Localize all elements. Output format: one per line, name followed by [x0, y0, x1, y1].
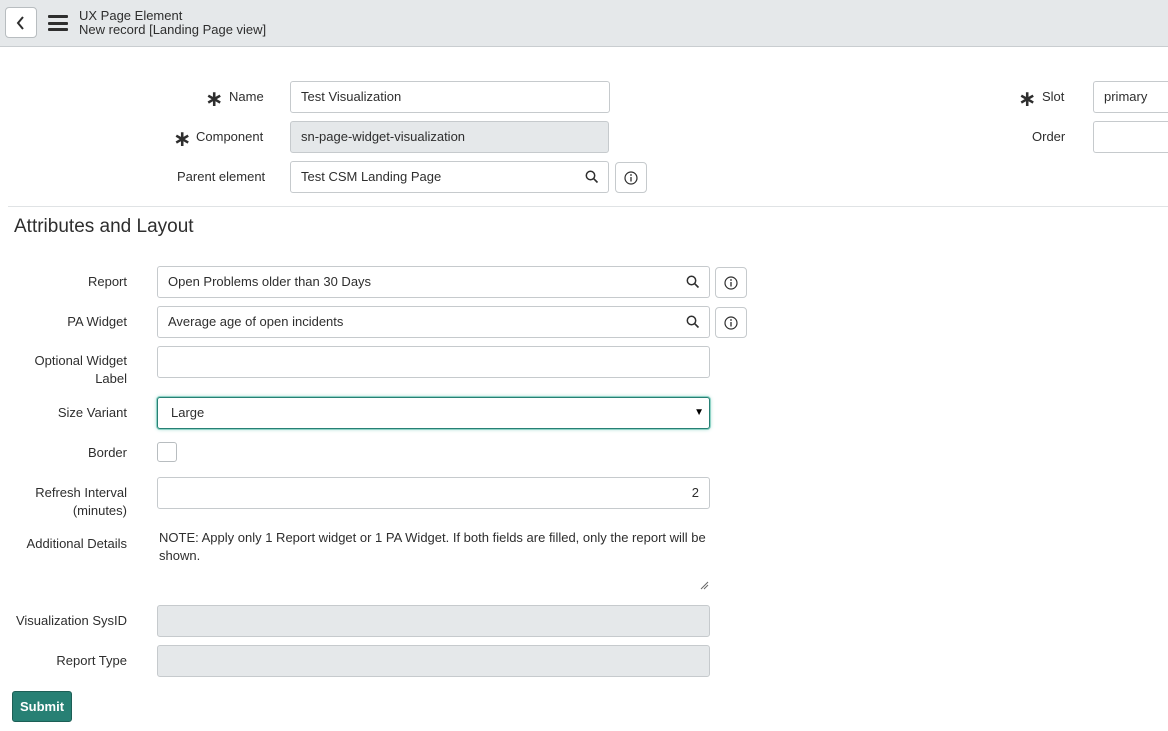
- name-label: Name: [229, 89, 264, 104]
- refresh-interval-label-line1: Refresh Interval: [35, 485, 127, 500]
- report-label: Report: [87, 274, 127, 289]
- required-asterisk-icon: ∗: [1018, 86, 1037, 111]
- visualization-sysid-label: Visualization SysID: [15, 613, 127, 628]
- form-title: UX Page Element: [79, 8, 183, 23]
- parent-element-lookup-button[interactable]: [576, 161, 609, 193]
- border-checkbox[interactable]: [157, 442, 177, 462]
- size-variant-select[interactable]: Large ▼: [157, 397, 710, 429]
- parent-element-field[interactable]: Test CSM Landing Page: [290, 161, 577, 193]
- slot-field[interactable]: primary: [1093, 81, 1168, 113]
- optional-widget-label-field[interactable]: [157, 346, 710, 378]
- additional-details-label: Additional Details: [26, 536, 127, 551]
- slot-label: Slot: [1042, 89, 1065, 104]
- parent-element-label: Parent element: [177, 169, 266, 184]
- pa-widget-lookup-button[interactable]: [677, 306, 710, 338]
- pa-widget-info-button[interactable]: [715, 307, 747, 338]
- optional-widget-label-line1: Optional Widget: [34, 353, 128, 368]
- component-label: Component: [196, 129, 264, 144]
- additional-details-textarea[interactable]: NOTE: Apply only 1 Report widget or 1 PA…: [157, 527, 710, 592]
- refresh-interval-label-line2: (minutes): [72, 503, 127, 518]
- submit-button[interactable]: Submit: [12, 691, 72, 722]
- required-asterisk-icon: ∗: [173, 126, 192, 151]
- search-icon: [686, 315, 700, 329]
- component-field: sn-page-widget-visualization: [290, 121, 609, 153]
- caret-down-icon: ▼: [694, 407, 704, 418]
- optional-widget-label-line2: Label: [95, 371, 127, 386]
- section-title: Attributes and Layout: [14, 216, 194, 237]
- refresh-interval-field[interactable]: 2: [157, 477, 710, 509]
- size-variant-value: Large: [171, 405, 205, 420]
- refresh-interval-label: Refresh Interval (minutes): [35, 484, 127, 520]
- resize-handle-icon[interactable]: [700, 581, 709, 590]
- info-icon: [724, 315, 738, 330]
- section-divider: [8, 206, 1168, 207]
- border-label: Border: [87, 445, 127, 460]
- order-label: Order: [1032, 129, 1066, 144]
- form-header: UX Page Element New record [Landing Page…: [0, 0, 1168, 47]
- info-icon: [624, 170, 638, 185]
- optional-widget-label-label: Optional Widget Label: [35, 352, 128, 388]
- back-button[interactable]: [5, 7, 37, 38]
- report-lookup-button[interactable]: [677, 266, 710, 298]
- report-type-label: Report Type: [56, 653, 127, 668]
- search-icon: [585, 170, 599, 184]
- chevron-left-icon: [16, 15, 24, 30]
- form-subtitle: New record [Landing Page view]: [79, 22, 267, 37]
- name-field[interactable]: Test Visualization: [290, 81, 610, 113]
- hamburger-menu-icon[interactable]: [48, 15, 68, 31]
- report-type-field: [157, 645, 710, 677]
- search-icon: [686, 275, 700, 289]
- pa-widget-label: PA Widget: [67, 314, 127, 329]
- visualization-sysid-field: [157, 605, 710, 637]
- pa-widget-field[interactable]: Average age of open incidents: [157, 306, 678, 338]
- parent-element-info-button[interactable]: [615, 162, 647, 193]
- order-field[interactable]: [1093, 121, 1168, 153]
- required-asterisk-icon: ∗: [205, 86, 224, 111]
- info-icon: [724, 275, 738, 290]
- report-field[interactable]: Open Problems older than 30 Days: [157, 266, 678, 298]
- report-info-button[interactable]: [715, 267, 747, 298]
- size-variant-label: Size Variant: [57, 405, 127, 420]
